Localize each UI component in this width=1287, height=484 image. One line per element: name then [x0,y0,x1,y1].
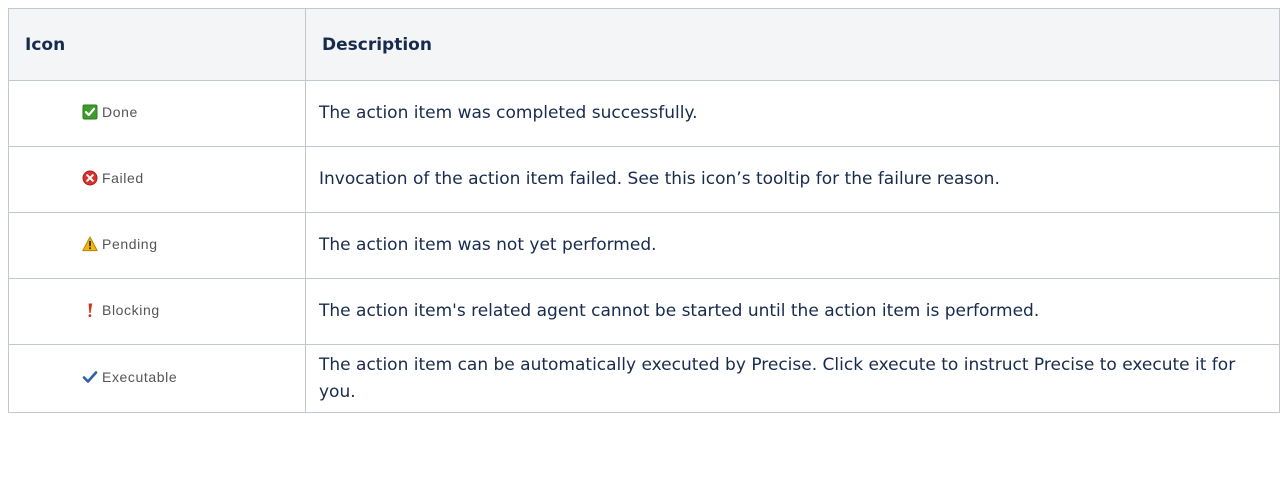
status-blocking: Blocking [82,302,160,318]
status-done: Done [82,104,138,120]
table-row-executable: Executable The action item can be automa… [8,344,1280,413]
header-description: Description [305,8,1280,81]
description-blocking: The action item's related agent cannot b… [305,278,1280,345]
table-row-done: Done The action item was completed succe… [8,80,1280,147]
pending-warning-icon [82,236,98,251]
description-executable: The action item can be automatically exe… [305,344,1280,413]
status-failed: Failed [82,170,144,186]
table-row-pending: Pending The action item was not yet perf… [8,212,1280,279]
table-header-row: Icon Description [8,8,1280,81]
status-label-done: Done [102,103,138,120]
status-label-executable: Executable [102,368,178,385]
table-row-blocking: Blocking The action item's related agent… [8,278,1280,345]
description-done: The action item was completed successful… [305,80,1280,147]
blocking-exclamation-icon [88,303,93,317]
description-pending: The action item was not yet performed. [305,212,1280,279]
status-icon-table: Icon Description Done The action item wa… [8,8,1280,413]
status-label-pending: Pending [102,235,158,252]
failed-x-icon [82,170,98,185]
header-icon: Icon [8,8,306,81]
table-row-failed: Failed Invocation of the action item fai… [8,146,1280,213]
status-label-failed: Failed [102,169,144,186]
status-pending: Pending [82,236,158,252]
status-label-blocking: Blocking [102,301,160,318]
executable-checkmark-icon [82,370,98,383]
done-checkbox-icon [82,104,98,119]
description-failed: Invocation of the action item failed. Se… [305,146,1280,213]
status-executable: Executable [82,369,177,385]
